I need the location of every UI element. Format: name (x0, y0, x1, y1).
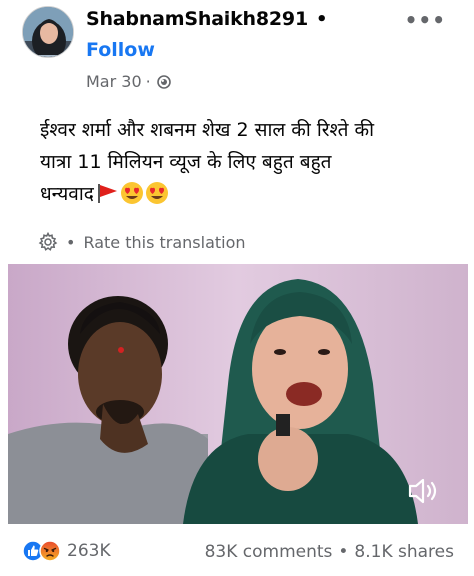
globe-icon (156, 74, 171, 89)
speaker-icon[interactable] (406, 476, 440, 506)
engagement-stats: 83K comments • 8.1K shares (205, 542, 454, 562)
stats-separator: • (338, 542, 349, 562)
video-frame (8, 264, 468, 524)
avatar[interactable] (22, 6, 74, 58)
post-text-line-1: ईश्वर शर्मा और शबनम शेख 2 साल की रिश्ते … (40, 119, 375, 141)
red-flag-icon (97, 184, 117, 203)
rate-translation-link[interactable]: Rate this translation (83, 233, 245, 252)
date-separator: · (145, 72, 151, 91)
post-footer: 263K 83K comments • 8.1K shares (0, 530, 474, 576)
post-header: ShabnamShaikh8291 • Follow ••• Mar 30 · (0, 0, 474, 100)
follow-button[interactable]: Follow (86, 39, 155, 61)
heart-eyes-emoji (145, 182, 168, 204)
reactions-summary[interactable]: 263K (22, 540, 111, 562)
post-date[interactable]: Mar 30 (86, 72, 142, 91)
gear-icon[interactable] (38, 232, 58, 252)
author-separator: • (315, 8, 328, 30)
author-name[interactable]: ShabnamShaikh8291 (86, 8, 308, 30)
post-text-line-3-text: धन्यवाद (40, 183, 94, 205)
author-row: ShabnamShaikh8291 • (86, 8, 327, 30)
comments-count[interactable]: 83K comments (205, 542, 333, 562)
angry-icon (39, 540, 61, 562)
translation-row: • Rate this translation (38, 232, 246, 252)
reaction-count: 263K (67, 541, 111, 561)
more-options-button[interactable]: ••• (405, 8, 446, 32)
heart-eyes-emoji (120, 182, 143, 204)
post-text-line-2: यात्रा 11 मिलियन व्यूज के लिए बहुत बहुत (40, 151, 332, 173)
post-text-line-3: धन्यवाद (40, 178, 460, 210)
post-meta: Mar 30 · (86, 72, 171, 91)
video-player[interactable] (8, 264, 468, 524)
translation-separator: • (66, 232, 76, 252)
shares-count[interactable]: 8.1K shares (354, 542, 454, 562)
post-text: ईश्वर शर्मा और शबनम शेख 2 साल की रिश्ते … (40, 114, 460, 210)
